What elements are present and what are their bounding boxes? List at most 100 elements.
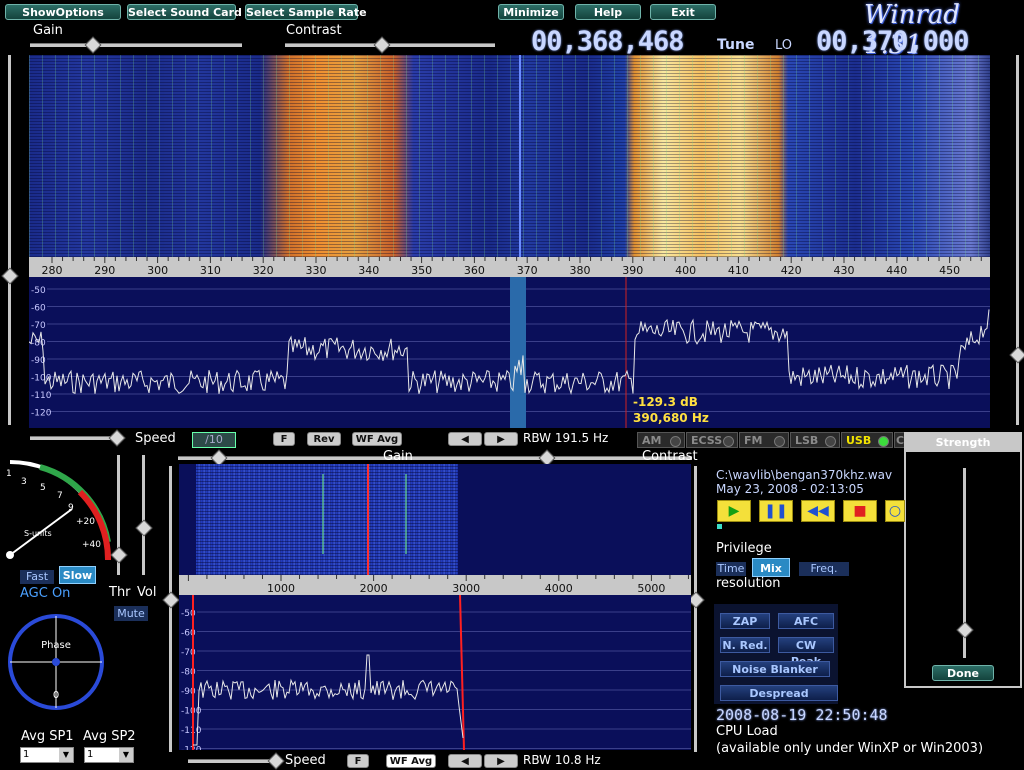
smeter-scale-7: 7 (57, 491, 63, 501)
wf-avg-button[interactable]: WF Avg (352, 432, 402, 446)
despread-button[interactable]: Despread (720, 685, 838, 701)
right-vertical-slider-knob[interactable] (1009, 346, 1024, 364)
thr-slider-knob[interactable] (110, 546, 128, 564)
show-options-button[interactable]: ShowOptions (5, 4, 121, 20)
smeter-scale-5: 5 (40, 483, 46, 493)
chevron-down-icon: ▼ (59, 748, 73, 762)
avg-sp1-select[interactable]: 1 ▼ (20, 747, 74, 763)
select-sound-card-button[interactable]: Select Sound Card (127, 4, 242, 20)
main-ruler-tick-label: 380 (570, 264, 591, 277)
vol-label: Vol (137, 585, 157, 600)
mode-lsb-button[interactable]: LSB (790, 432, 840, 448)
audio-frequency-ruler[interactable]: 1000 2000 3000 4000 5000 (179, 575, 691, 595)
agc-slow-button[interactable]: Slow (59, 566, 96, 584)
cw-peak-button[interactable]: CW Peak (778, 637, 834, 668)
main-ruler-tick-label: 350 (411, 264, 432, 277)
file-path: C:\wavlib\bengan370khz.wav (716, 468, 893, 482)
audio-f-button[interactable]: F (347, 754, 369, 768)
strength-done-button[interactable]: Done (932, 665, 994, 681)
vol-slider-knob[interactable] (135, 519, 153, 537)
exit-button[interactable]: Exit (650, 4, 716, 20)
main-ruler-tick-label: 410 (728, 264, 749, 277)
pause-button[interactable]: ❚❚ (759, 500, 793, 522)
phase-title: Phase (41, 640, 71, 651)
mode-ecss-button[interactable]: ECSS (686, 432, 738, 448)
mode-fm-button[interactable]: FM (739, 432, 789, 448)
scroll-left-button[interactable]: ◀ (448, 432, 482, 446)
main-ruler-tick-label: 330 (306, 264, 327, 277)
stop-icon: ■ (853, 503, 867, 519)
select-sample-rate-button[interactable]: Select Sample Rate (245, 4, 367, 20)
privilege-mix-button[interactable]: Mix (752, 558, 790, 577)
mode-usb-label: USB (846, 434, 872, 447)
rewind-button[interactable]: ◀◀ (801, 500, 835, 522)
audio-left-slider-knob[interactable] (162, 591, 180, 609)
rev-button[interactable]: Rev (307, 432, 341, 446)
main-ruler-tick-label: 370 (517, 264, 538, 277)
right-vertical-slider[interactable] (1016, 55, 1019, 425)
play-button[interactable]: ▶ (717, 500, 751, 522)
audio-wf-avg-button[interactable]: WF Avg (386, 754, 436, 768)
lo-frequency-display[interactable]: 00,370,000 (816, 26, 970, 57)
speed-slider-knob[interactable] (108, 429, 126, 447)
minimize-button[interactable]: Minimize (498, 4, 564, 20)
audio-waterfall[interactable] (179, 464, 691, 575)
main-waterfall[interactable] (29, 55, 990, 257)
main-db-tick-label: -110 (31, 391, 52, 401)
resolution-label: resolution (716, 576, 781, 591)
left-vertical-slider-knob[interactable] (1, 267, 19, 285)
avg-sp2-select[interactable]: 1 ▼ (84, 747, 134, 763)
privilege-time-button[interactable]: Time (716, 562, 746, 576)
noise-reduction-button[interactable]: N. Red. (720, 637, 770, 653)
help-button[interactable]: Help (575, 4, 641, 20)
smeter-scale-20: +20 (76, 517, 95, 527)
agc-fast-button[interactable]: Fast (20, 570, 54, 584)
main-spectrum[interactable]: -50 -60 -70 -80 -90 -100 -110 -120 -129.3 dB 39… (29, 277, 990, 428)
audio-db-tick-label: -110 (181, 726, 202, 736)
smeter-scale-1: 1 (6, 469, 12, 479)
zap-button[interactable]: ZAP (720, 613, 770, 629)
strength-title: Strength (906, 434, 1020, 452)
afc-button[interactable]: AFC (778, 613, 834, 629)
main-frequency-ruler[interactable]: 280 290 300 310 320 330 340 350 360 370 380 390 400 4… (29, 257, 990, 277)
loop-button[interactable]: ○ (885, 500, 905, 522)
audio-speed-slider-knob[interactable] (267, 752, 285, 770)
main-db-tick-label: -50 (31, 286, 46, 296)
f-button[interactable]: F (273, 432, 295, 446)
gain-slider-knob[interactable] (84, 36, 102, 54)
main-db-tick-label: -70 (31, 321, 46, 331)
audio-spectrum[interactable]: -50-60-70-80-90-100-110-120 (179, 595, 691, 750)
audio-scroll-right-button[interactable]: ▶ (484, 754, 518, 768)
vol-slider[interactable] (142, 455, 145, 575)
mode-usb-button[interactable]: USB (841, 432, 893, 448)
mode-ecss-label: ECSS (691, 434, 723, 447)
smeter-scale-3: 3 (21, 477, 27, 487)
scroll-right-button[interactable]: ▶ (484, 432, 518, 446)
pause-icon: ❚❚ (764, 503, 788, 519)
gain-slider[interactable] (30, 43, 242, 47)
left-vertical-slider[interactable] (8, 55, 11, 425)
mode-am-button[interactable]: AM (637, 432, 685, 448)
speed-value-button[interactable]: /10 (192, 432, 236, 448)
strength-dialog: Strength Done (904, 432, 1022, 688)
mode-cw-label: C (896, 434, 905, 447)
audio-right-slider[interactable] (694, 466, 697, 752)
noise-blanker-button[interactable]: Noise Blanker (720, 661, 830, 677)
tuning-band (510, 277, 526, 428)
tune-label: Tune (717, 37, 755, 53)
stop-button[interactable]: ■ (843, 500, 877, 522)
strength-slider-knob[interactable] (956, 621, 974, 639)
tune-frequency-display[interactable]: 00,368,468 (531, 26, 685, 57)
speed-slider[interactable] (30, 436, 118, 440)
audio-scroll-left-button[interactable]: ◀ (448, 754, 482, 768)
contrast-slider-knob[interactable] (373, 36, 391, 54)
led-icon (878, 436, 889, 447)
smeter-scale-40: +40 (82, 540, 101, 550)
privilege-freq-button[interactable]: Freq. (799, 562, 849, 576)
s-meter: 1 3 5 7 9 +20 +40 S-units (6, 460, 112, 561)
mute-button[interactable]: Mute (114, 606, 148, 621)
play-icon: ▶ (728, 503, 740, 519)
audio-speed-slider[interactable] (188, 759, 276, 763)
audio-left-slider[interactable] (169, 466, 172, 752)
phase-dial[interactable]: Phase 0 (6, 612, 106, 712)
